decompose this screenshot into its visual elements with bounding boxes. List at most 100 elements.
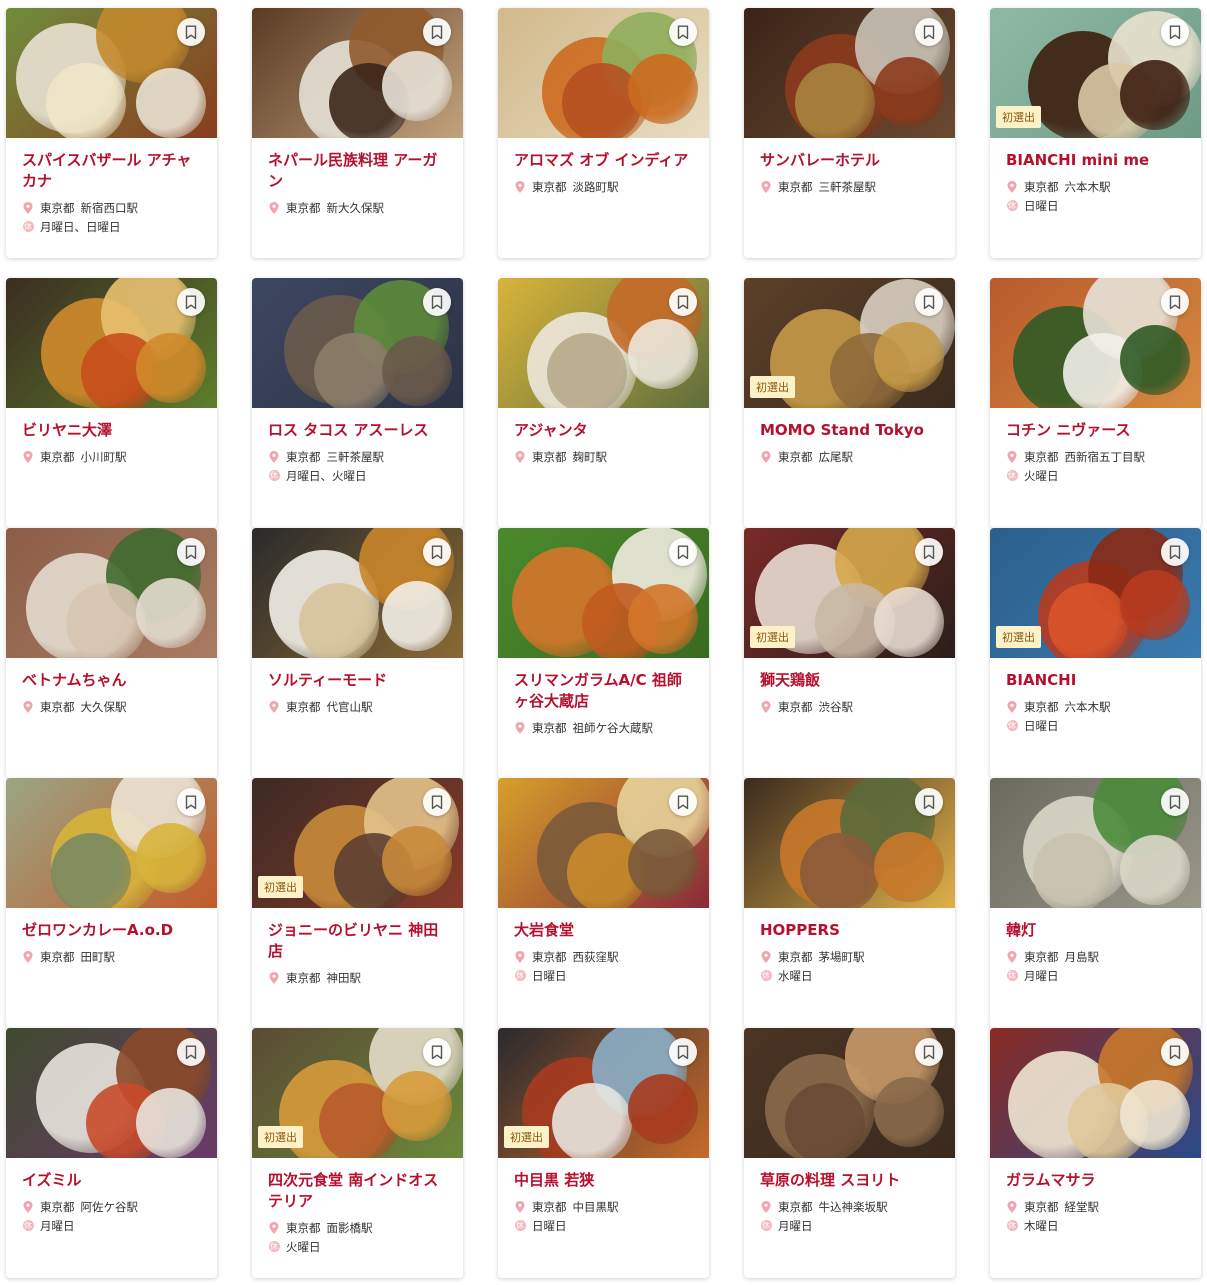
restaurant-name[interactable]: BIANCHI mini me [1006, 150, 1185, 171]
bookmark-button[interactable] [177, 538, 205, 566]
bookmark-button[interactable] [1161, 18, 1189, 46]
restaurant-photo[interactable] [990, 1028, 1201, 1158]
bookmark-button[interactable] [915, 18, 943, 46]
restaurant-photo[interactable] [744, 8, 955, 138]
restaurant-card[interactable]: 初選出 四次元食堂 南インドオステリア 東京都 面影橋駅休火曜日 [252, 1028, 463, 1278]
restaurant-card[interactable]: ネパール民族料理 アーガン 東京都 新大久保駅 [252, 8, 463, 258]
restaurant-name[interactable]: ネパール民族料理 アーガン [268, 150, 447, 192]
restaurant-name[interactable]: アジャンタ [514, 420, 693, 441]
bookmark-button[interactable] [669, 18, 697, 46]
restaurant-card[interactable]: コチン ニヴァース 東京都 西新宿五丁目駅休火曜日 [990, 278, 1201, 528]
bookmark-button[interactable] [915, 538, 943, 566]
bookmark-button[interactable] [669, 288, 697, 316]
bookmark-button[interactable] [423, 1038, 451, 1066]
bookmark-button[interactable] [177, 788, 205, 816]
restaurant-card[interactable]: ソルティーモード 東京都 代官山駅 [252, 528, 463, 778]
restaurant-photo[interactable]: 初選出 [252, 778, 463, 908]
bookmark-button[interactable] [177, 288, 205, 316]
restaurant-name[interactable]: ゼロワンカレーA.o.D [22, 920, 201, 941]
restaurant-photo[interactable]: 初選出 [990, 528, 1201, 658]
restaurant-photo[interactable] [6, 8, 217, 138]
bookmark-button[interactable] [1161, 788, 1189, 816]
restaurant-name[interactable]: 獅天鶏飯 [760, 670, 939, 691]
restaurant-name[interactable]: 草原の料理 スヨリト [760, 1170, 939, 1191]
restaurant-name[interactable]: イズミル [22, 1170, 201, 1191]
restaurant-photo[interactable] [990, 278, 1201, 408]
restaurant-name[interactable]: ソルティーモード [268, 670, 447, 691]
bookmark-button[interactable] [423, 288, 451, 316]
restaurant-photo[interactable] [252, 528, 463, 658]
restaurant-card[interactable]: イズミル 東京都 阿佐ケ谷駅休月曜日 [6, 1028, 217, 1278]
restaurant-card[interactable]: ビリヤニ大澤 東京都 小川町駅 [6, 278, 217, 528]
restaurant-photo[interactable] [6, 1028, 217, 1158]
restaurant-card[interactable]: サンバレーホテル 東京都 三軒茶屋駅 [744, 8, 955, 258]
restaurant-name[interactable]: サンバレーホテル [760, 150, 939, 171]
restaurant-name[interactable]: ベトナムちゃん [22, 670, 201, 691]
bookmark-button[interactable] [423, 538, 451, 566]
restaurant-name[interactable]: MOMO Stand Tokyo [760, 420, 939, 441]
restaurant-name[interactable]: ビリヤニ大澤 [22, 420, 201, 441]
restaurant-photo[interactable] [498, 278, 709, 408]
restaurant-photo[interactable] [252, 8, 463, 138]
restaurant-name[interactable]: 中目黒 若狭 [514, 1170, 693, 1191]
restaurant-card[interactable]: 大岩食堂 東京都 西荻窪駅休日曜日 [498, 778, 709, 1028]
bookmark-button[interactable] [177, 18, 205, 46]
restaurant-photo[interactable] [6, 528, 217, 658]
restaurant-name[interactable]: スリマンガラムA/C 祖師ヶ谷大蔵店 [514, 670, 693, 712]
bookmark-button[interactable] [669, 1038, 697, 1066]
restaurant-name[interactable]: HOPPERS [760, 920, 939, 941]
restaurant-card[interactable]: ロス タコス アスーレス 東京都 三軒茶屋駅休月曜日、火曜日 [252, 278, 463, 528]
restaurant-name[interactable]: BIANCHI [1006, 670, 1185, 691]
restaurant-name[interactable]: ジョニーのビリヤニ 神田店 [268, 920, 447, 962]
bookmark-button[interactable] [915, 288, 943, 316]
restaurant-photo[interactable] [990, 778, 1201, 908]
restaurant-photo[interactable] [498, 8, 709, 138]
bookmark-button[interactable] [669, 538, 697, 566]
restaurant-name[interactable]: 大岩食堂 [514, 920, 693, 941]
restaurant-photo[interactable] [744, 1028, 955, 1158]
restaurant-photo[interactable] [744, 778, 955, 908]
restaurant-name[interactable]: アロマズ オブ インディア [514, 150, 693, 171]
restaurant-photo[interactable] [6, 778, 217, 908]
bookmark-button[interactable] [915, 788, 943, 816]
restaurant-card[interactable]: 初選出 MOMO Stand Tokyo 東京都 広尾駅 [744, 278, 955, 528]
restaurant-photo[interactable] [6, 278, 217, 408]
restaurant-card[interactable]: 草原の料理 スヨリト 東京都 牛込神楽坂駅休月曜日 [744, 1028, 955, 1278]
restaurant-card[interactable]: 韓灯 東京都 月島駅休月曜日 [990, 778, 1201, 1028]
restaurant-card[interactable]: 初選出 中目黒 若狭 東京都 中目黒駅休日曜日 [498, 1028, 709, 1278]
restaurant-photo[interactable] [252, 278, 463, 408]
bookmark-button[interactable] [915, 1038, 943, 1066]
restaurant-photo[interactable]: 初選出 [252, 1028, 463, 1158]
restaurant-photo[interactable] [498, 778, 709, 908]
bookmark-button[interactable] [1161, 1038, 1189, 1066]
bookmark-button[interactable] [1161, 288, 1189, 316]
restaurant-photo[interactable] [498, 528, 709, 658]
restaurant-name[interactable]: スパイスバザール アチャカナ [22, 150, 201, 192]
bookmark-button[interactable] [423, 788, 451, 816]
restaurant-name[interactable]: 韓灯 [1006, 920, 1185, 941]
restaurant-photo[interactable]: 初選出 [744, 528, 955, 658]
bookmark-button[interactable] [177, 1038, 205, 1066]
restaurant-photo[interactable]: 初選出 [498, 1028, 709, 1158]
restaurant-card[interactable]: ゼロワンカレーA.o.D 東京都 田町駅 [6, 778, 217, 1028]
restaurant-card[interactable]: 初選出 BIANCHI 東京都 六本木駅休日曜日 [990, 528, 1201, 778]
restaurant-photo[interactable]: 初選出 [744, 278, 955, 408]
restaurant-card[interactable]: ガラムマサラ 東京都 経堂駅休木曜日 [990, 1028, 1201, 1278]
restaurant-card[interactable]: アジャンタ 東京都 麹町駅 [498, 278, 709, 528]
restaurant-name[interactable]: ガラムマサラ [1006, 1170, 1185, 1191]
restaurant-card[interactable]: 初選出 ジョニーのビリヤニ 神田店 東京都 神田駅 [252, 778, 463, 1028]
restaurant-card[interactable]: 初選出 BIANCHI mini me 東京都 六本木駅休日曜日 [990, 8, 1201, 258]
restaurant-name[interactable]: コチン ニヴァース [1006, 420, 1185, 441]
restaurant-card[interactable]: アロマズ オブ インディア 東京都 淡路町駅 [498, 8, 709, 258]
restaurant-card[interactable]: HOPPERS 東京都 茅場町駅休水曜日 [744, 778, 955, 1028]
restaurant-card[interactable]: ベトナムちゃん 東京都 大久保駅 [6, 528, 217, 778]
restaurant-photo[interactable]: 初選出 [990, 8, 1201, 138]
restaurant-card[interactable]: スリマンガラムA/C 祖師ヶ谷大蔵店 東京都 祖師ケ谷大蔵駅 [498, 528, 709, 778]
restaurant-card[interactable]: 初選出 獅天鶏飯 東京都 渋谷駅 [744, 528, 955, 778]
bookmark-button[interactable] [669, 788, 697, 816]
restaurant-name[interactable]: ロス タコス アスーレス [268, 420, 447, 441]
restaurant-name[interactable]: 四次元食堂 南インドオステリア [268, 1170, 447, 1212]
bookmark-button[interactable] [423, 18, 451, 46]
restaurant-card[interactable]: スパイスバザール アチャカナ 東京都 新宿西口駅休月曜日、日曜日 [6, 8, 217, 258]
bookmark-button[interactable] [1161, 538, 1189, 566]
